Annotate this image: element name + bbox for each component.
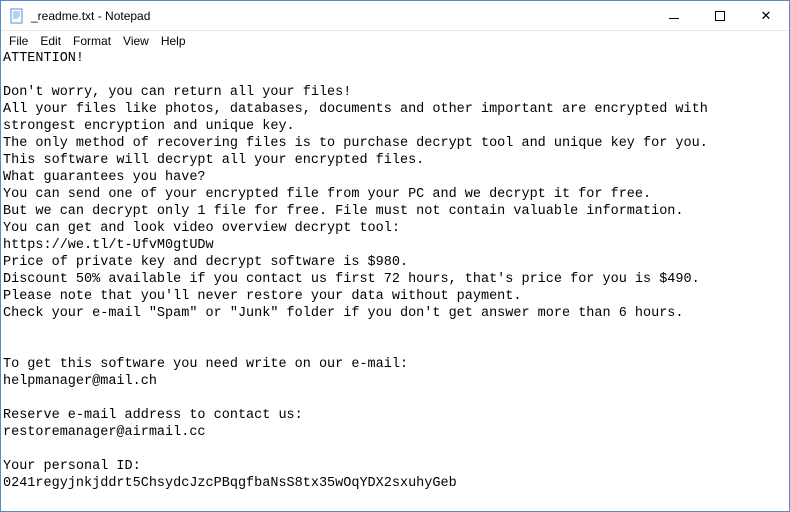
menu-format[interactable]: Format	[67, 33, 117, 49]
menu-bar: File Edit Format View Help	[1, 31, 789, 50]
document-text[interactable]: ATTENTION! Don't worry, you can return a…	[1, 50, 789, 492]
maximize-button[interactable]	[697, 1, 743, 31]
menu-edit[interactable]: Edit	[34, 33, 67, 49]
close-button[interactable]: ✕	[743, 1, 789, 31]
menu-file[interactable]: File	[3, 33, 34, 49]
title-bar: _readme.txt - Notepad ✕	[1, 1, 789, 31]
minimize-icon	[669, 18, 679, 19]
menu-help[interactable]: Help	[155, 33, 192, 49]
close-icon: ✕	[761, 8, 772, 24]
text-area[interactable]: ATTENTION! Don't worry, you can return a…	[1, 50, 789, 511]
notepad-icon	[9, 8, 25, 24]
minimize-button[interactable]	[651, 1, 697, 31]
menu-view[interactable]: View	[117, 33, 155, 49]
window-title: _readme.txt - Notepad	[31, 9, 150, 23]
maximize-icon	[715, 11, 725, 21]
